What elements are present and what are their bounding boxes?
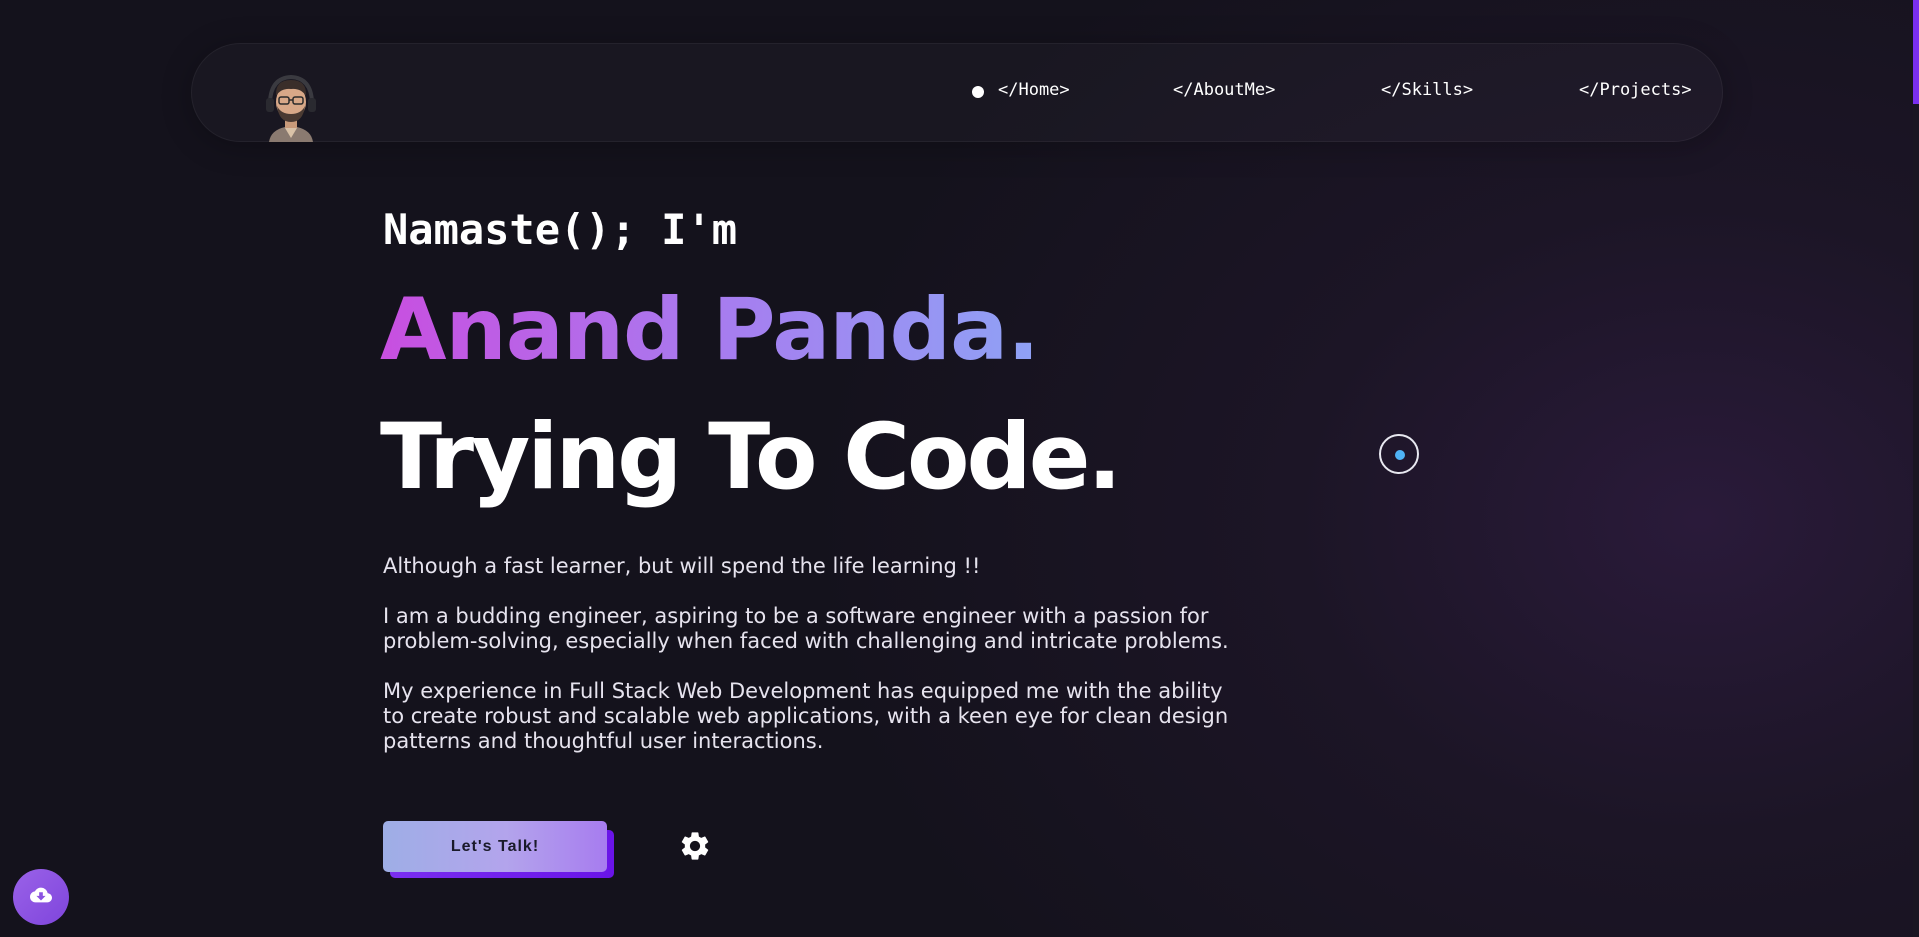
avatar[interactable]: [261, 70, 321, 142]
nav-link-projects[interactable]: </Projects>: [1579, 80, 1692, 100]
active-nav-indicator: [972, 86, 984, 98]
scrollbar-thumb[interactable]: [1913, 0, 1919, 104]
download-resume-button[interactable]: [13, 869, 69, 925]
hero-paragraph-2: I am a budding engineer, aspiring to be …: [383, 604, 1229, 653]
gear-icon[interactable]: [678, 829, 712, 863]
hero-greeting: Namaste(); I'm: [383, 205, 738, 254]
cta-container: Let's Talk!: [383, 821, 615, 879]
cloud-download-icon: [30, 884, 52, 910]
nav-link-skills[interactable]: </Skills>: [1381, 80, 1473, 100]
nav-link-home[interactable]: </Home>: [998, 80, 1070, 100]
scrollbar-track[interactable]: [1913, 0, 1919, 937]
hero-tagline: Trying To Code.: [380, 405, 1122, 510]
hero-paragraph-1: Although a fast learner, but will spend …: [383, 554, 981, 578]
hero-paragraph-3: My experience in Full Stack Web Developm…: [383, 679, 1229, 753]
hero-name: Anand Panda.: [380, 280, 1040, 380]
navbar: [191, 43, 1723, 142]
lets-talk-button[interactable]: Let's Talk!: [383, 821, 607, 872]
custom-cursor-dot: [1395, 450, 1405, 460]
nav-link-aboutme[interactable]: </AboutMe>: [1173, 80, 1275, 100]
